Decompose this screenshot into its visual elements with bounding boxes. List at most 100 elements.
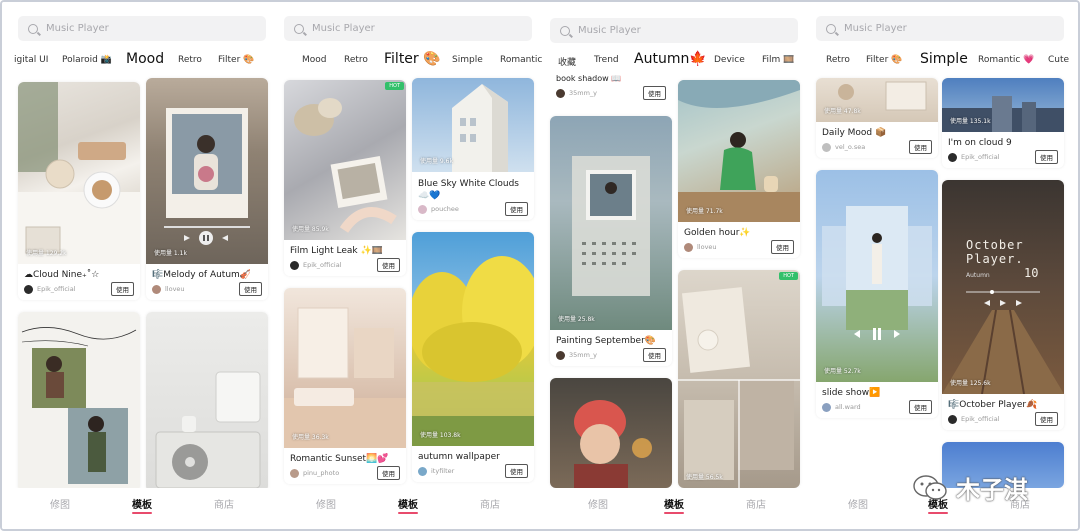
author-name: pinu_photo: [303, 469, 340, 477]
template-card[interactable]: 使用量 135.1k I'm on cloud 9 Epik_official …: [942, 78, 1064, 168]
use-button[interactable]: 使用: [1035, 150, 1058, 164]
nav-templates[interactable]: 模板: [132, 496, 152, 511]
template-card[interactable]: 使用量 129.2k ☁Cloud Nine₊˚☆ Epik_official …: [18, 82, 140, 300]
tab-trend[interactable]: Trend: [594, 55, 619, 65]
template-card[interactable]: October Player. Autumn 10 使用量 125.6k 🎼Oc…: [942, 180, 1064, 430]
template-title: 🎼October Player🍂: [948, 400, 1038, 410]
template-card[interactable]: 使用量 9.6k Blue Sky White Clouds ☁️💙 pouch…: [412, 78, 534, 220]
template-thumbnail: 使用量 9.6k: [412, 78, 534, 172]
nav-edit[interactable]: 修图: [848, 496, 868, 511]
template-card[interactable]: 使用量 71.7k Golden hour✨ lloveu 使用: [678, 80, 800, 258]
nav-edit[interactable]: 修图: [316, 496, 336, 511]
nav-edit[interactable]: 修图: [588, 496, 608, 511]
tab-retro[interactable]: Retro: [826, 55, 850, 65]
template-title: Painting September🎨: [556, 336, 657, 346]
search-input[interactable]: Music Player: [18, 16, 266, 41]
template-thumbnail: 使用量 103.8k: [412, 232, 534, 446]
use-button[interactable]: 使用: [643, 348, 666, 362]
painting-calendar-art: [572, 156, 650, 296]
nav-store[interactable]: 商店: [214, 496, 234, 511]
use-button[interactable]: 使用: [505, 202, 528, 216]
tab-romantic[interactable]: Romantic 💗: [978, 55, 1034, 65]
template-title: Blue Sky White Clouds ☁️💙: [418, 179, 519, 201]
search-input[interactable]: Music Player: [816, 16, 1064, 41]
tab-digital-ui[interactable]: igital UI: [14, 55, 48, 65]
template-card[interactable]: 使用量 36.3k Romantic Sunset🌅💕 pinu_photo 使…: [284, 288, 406, 484]
use-button[interactable]: 使用: [377, 258, 400, 272]
template-card[interactable]: HOT 使用量 56.5k: [678, 270, 800, 488]
bottom-nav: 修图 模板 商店: [542, 488, 812, 529]
author-name: all.ward: [835, 403, 861, 411]
author-avatar: [556, 88, 565, 98]
template-card-partial[interactable]: book shadow 📖 35mm_y 使用: [550, 74, 672, 104]
nav-templates[interactable]: 模板: [398, 496, 418, 511]
template-card[interactable]: 使用量 25.8k Painting September🎨 35mm_y 使用: [550, 116, 672, 366]
tab-film[interactable]: Film 🎞️: [762, 55, 794, 65]
author-name: pouchee: [431, 205, 459, 213]
use-button[interactable]: 使用: [239, 282, 262, 296]
use-button[interactable]: 使用: [111, 282, 134, 296]
tab-autumn[interactable]: Autumn🍁: [634, 51, 707, 67]
tab-simple[interactable]: Simple: [920, 51, 968, 67]
author-avatar: [822, 402, 831, 412]
nav-store[interactable]: 商店: [480, 496, 500, 511]
template-thumbnail: 使用量 129.2k: [18, 82, 140, 264]
tab-filter[interactable]: Filter 🎨: [218, 55, 254, 65]
category-tabs: Mood Retro Filter 🎨 Simple Romantic: [272, 48, 542, 74]
template-card[interactable]: [18, 312, 140, 492]
use-button[interactable]: 使用: [643, 86, 666, 100]
search-input[interactable]: Music Player: [550, 18, 798, 43]
template-card[interactable]: 使用量 103.8k autumn wallpaper ityfilter 使用: [412, 232, 534, 482]
bottom-nav: 修图 模板 商店: [2, 488, 272, 529]
author-name: Epik_official: [37, 285, 76, 293]
usage-count: 使用量 9.6k: [420, 158, 453, 165]
use-button[interactable]: 使用: [505, 464, 528, 478]
app-screen-filter: Music Player Mood Retro Filter 🎨 Simple …: [272, 2, 542, 529]
nav-edit[interactable]: 修图: [50, 496, 70, 511]
nav-store[interactable]: 商店: [746, 496, 766, 511]
author-avatar: [822, 142, 831, 152]
film-light-art: [294, 98, 397, 233]
tab-simple[interactable]: Simple: [452, 55, 483, 65]
tab-mood[interactable]: Mood: [126, 51, 164, 67]
search-icon: [294, 23, 304, 34]
nav-templates[interactable]: 模板: [664, 496, 684, 511]
app-screen-autumn: Music Player 收藏 Trend Autumn🍁 Device Fil…: [542, 2, 812, 529]
sunset-room-art: [284, 307, 406, 448]
template-thumbnail: 使用量 1.1k: [146, 78, 268, 264]
author-name: 35mm_y: [569, 351, 598, 359]
hot-badge: HOT: [385, 82, 404, 90]
template-card[interactable]: 使用量 1.1k 🎼Melody of Autum🎻 lloveu 使用: [146, 78, 268, 300]
template-card[interactable]: [146, 312, 268, 492]
search-input[interactable]: Music Player: [284, 16, 532, 41]
tab-retro[interactable]: Retro: [344, 55, 368, 65]
use-button[interactable]: 使用: [771, 240, 794, 254]
tab-mood[interactable]: Mood: [302, 55, 327, 65]
usage-count: 使用量 1.1k: [154, 250, 187, 257]
template-card[interactable]: HOT 使用量 85.9k Film Light Leak ✨🎞️ Epik_o…: [284, 80, 406, 276]
use-button[interactable]: 使用: [377, 466, 400, 480]
tab-polaroid[interactable]: Polaroid 📸: [62, 55, 112, 65]
tab-filter[interactable]: Filter 🎨: [384, 51, 441, 67]
use-button[interactable]: 使用: [909, 400, 932, 414]
template-title: Golden hour✨: [684, 228, 751, 238]
red-hat-girl-art: [574, 400, 652, 488]
tab-device[interactable]: Device: [714, 55, 745, 65]
use-button[interactable]: 使用: [909, 140, 932, 154]
template-card[interactable]: 使用量 52.7k slide show▶️ all.ward 使用: [816, 170, 938, 418]
usage-count: 使用量 36.3k: [292, 434, 329, 441]
template-thumbnail: HOT 使用量 85.9k: [284, 80, 406, 240]
golden-hour-art: [678, 80, 800, 222]
tab-cute[interactable]: Cute: [1048, 55, 1069, 65]
tab-filter[interactable]: Filter 🎨: [866, 55, 902, 65]
template-title: Daily Mood 📦: [822, 128, 887, 138]
usage-count: 使用量 85.9k: [292, 226, 329, 233]
tab-romantic[interactable]: Romantic: [500, 55, 542, 65]
template-card[interactable]: [550, 378, 672, 488]
template-card[interactable]: 使用量 47.8k Daily Mood 📦 vel_o.sea 使用: [816, 78, 938, 158]
player-number: 10: [1024, 266, 1039, 280]
use-button[interactable]: 使用: [1035, 412, 1058, 426]
tab-retro[interactable]: Retro: [178, 55, 202, 65]
template-title: slide show▶️: [822, 388, 881, 398]
tab-favorites[interactable]: 收藏: [558, 55, 576, 68]
